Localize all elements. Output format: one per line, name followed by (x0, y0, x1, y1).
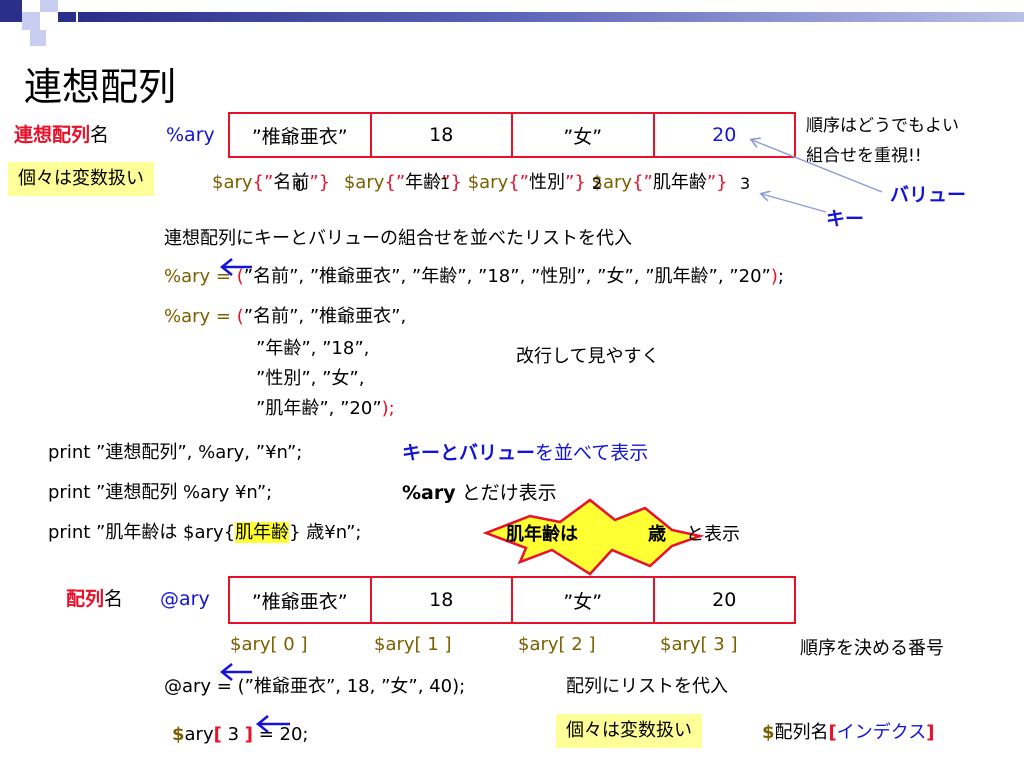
array-label: 配列名 (66, 590, 123, 609)
burst-text-a: 肌年齢は (506, 524, 578, 545)
multi-assign-l4: ”肌年齢”, ”20”); (256, 398, 395, 419)
burst-text-b: 歳 (648, 524, 666, 545)
print-line-3: print ”肌年齢は $ary{肌年齢} 歳¥n”; (48, 522, 362, 543)
print-note-3: と表示 (686, 524, 740, 545)
multi-assign-l1: %ary = (”名前”, ”椎爺亜衣”, (164, 306, 407, 327)
array-label-black: 名 (104, 588, 124, 610)
array-element-assign: $ary[ 3 ] = 20; (172, 724, 309, 745)
multi-assign-l3: ”性別”, ”女”, (256, 368, 365, 389)
array-cell-3: 20 (652, 578, 795, 622)
key-highlight: 肌年齢 (235, 522, 290, 543)
array-assign: @ary = (”椎爺亜衣”, 18, ”女”, 40); (164, 676, 466, 697)
newline-note: 改行して見やすく (516, 346, 660, 367)
multi-assign-l2: ”年齢”, ”18”, (256, 338, 370, 359)
array-index-2: $ary[ 2 ] (518, 634, 596, 655)
array-box: ”椎爺亜衣” 18 ”女” 20 (228, 576, 796, 624)
print-line-2: print ”連想配列 %ary ¥n”; (48, 482, 273, 503)
value-arrow (752, 140, 883, 193)
array-index-0: $ary[ 0 ] (230, 634, 308, 655)
array-var: @ary (160, 588, 210, 610)
list-assign-line: %ary = (”名前”, ”椎爺亜衣”, ”年齢”, ”18”, ”性別”, … (164, 266, 784, 287)
array-index-1: $ary[ 1 ] (374, 634, 452, 655)
array-cell-1: 18 (369, 578, 512, 622)
print-line-1: print ”連想配列”, %ary, ”¥n”; (48, 442, 303, 463)
order-number-note: 順序を決める番号 (800, 638, 944, 659)
individual-note-array: 個々は変数扱い (556, 714, 702, 748)
print-note-1: キーとバリューを並べて表示 (402, 442, 649, 464)
array-cell-2: ”女” (511, 578, 653, 622)
array-cell-0: ”椎爺亜衣” (251, 590, 348, 613)
array-index-3: $ary[ 3 ] (660, 634, 738, 655)
array-assign-note: 配列にリストを代入 (566, 676, 728, 697)
array-syntax: $配列名[インデクス] (762, 722, 935, 743)
key-arrow (762, 194, 827, 213)
print-note-2: %ary とだけ表示 (402, 482, 557, 504)
list-assign-heading: 連想配列にキーとバリューの組合せを並べたリストを代入 (164, 228, 632, 249)
array-label-red: 配列 (66, 588, 105, 610)
